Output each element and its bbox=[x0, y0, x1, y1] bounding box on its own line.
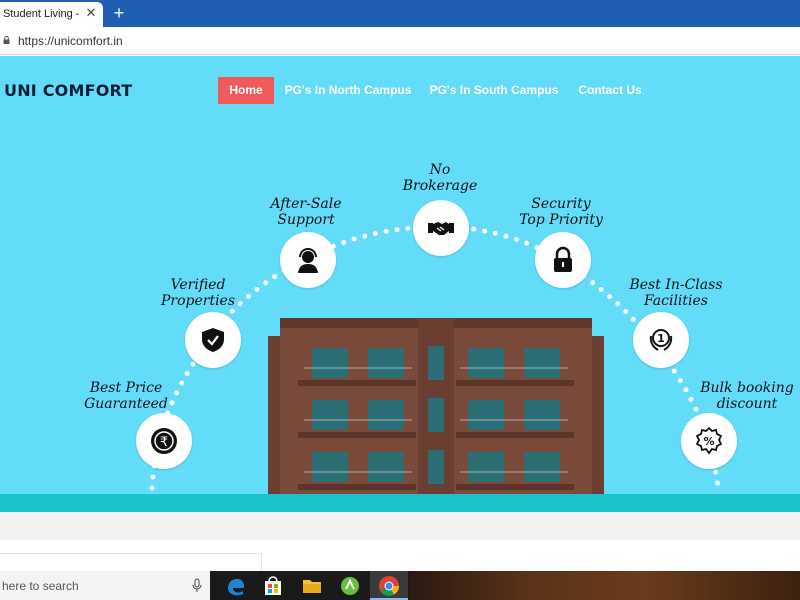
feature-security bbox=[535, 232, 591, 288]
building-illustration bbox=[268, 318, 604, 512]
browser-tab[interactable]: Student Living – S ✕ bbox=[0, 2, 103, 27]
file-explorer-icon[interactable] bbox=[300, 574, 324, 598]
feature-no-brokerage bbox=[413, 200, 469, 256]
taskbar-background-strip bbox=[410, 571, 800, 600]
tab-title: Student Living – S bbox=[3, 8, 79, 20]
svg-text:₹: ₹ bbox=[160, 435, 168, 450]
chrome-icon[interactable] bbox=[377, 574, 401, 598]
ground-strip bbox=[0, 494, 800, 512]
headset-agent-icon bbox=[298, 248, 318, 273]
feature-label-brokerage: No Brokerage bbox=[402, 162, 478, 194]
microphone-icon[interactable] bbox=[192, 578, 202, 593]
app-icon[interactable] bbox=[338, 574, 362, 598]
store-icon[interactable] bbox=[261, 574, 285, 598]
hero-section: UNI COMFORT Home PG's In North Campus PG… bbox=[0, 56, 800, 512]
svg-text:1: 1 bbox=[657, 332, 665, 345]
svg-text:%: % bbox=[703, 435, 714, 448]
rupee-coin-icon: ₹ bbox=[151, 428, 177, 454]
feature-best-price: ₹ bbox=[136, 413, 192, 469]
feature-label-after-sale: After-Sale Support bbox=[270, 196, 342, 228]
shield-check-icon bbox=[202, 328, 224, 352]
browser-tab-bar: Student Living – S ✕ + bbox=[0, 0, 800, 27]
address-bar[interactable]: https://unicomfort.in bbox=[0, 27, 800, 55]
feature-label-verified: Verified Properties bbox=[160, 277, 236, 309]
feature-label-best-price: Best Price Guaranteed bbox=[84, 380, 168, 412]
page-section-below bbox=[0, 512, 800, 540]
feature-label-facilities: Best In-Class Facilities bbox=[629, 277, 723, 309]
feature-label-security: Security Top Priority bbox=[519, 196, 603, 228]
close-tab-icon[interactable]: ✕ bbox=[84, 6, 98, 20]
new-tab-button[interactable]: + bbox=[110, 3, 128, 23]
feature-label-bulk: Bulk booking discount bbox=[700, 380, 794, 412]
award-badge-icon: 1 bbox=[649, 329, 673, 351]
feature-facilities: 1 bbox=[633, 312, 689, 368]
taskbar: here to search bbox=[0, 571, 800, 600]
content-box bbox=[0, 553, 262, 573]
lock-icon bbox=[3, 36, 10, 44]
url-text[interactable]: https://unicomfort.in bbox=[18, 34, 123, 48]
discount-badge-icon: % bbox=[695, 427, 723, 455]
padlock-icon bbox=[554, 246, 572, 272]
feature-after-sale bbox=[280, 232, 336, 288]
feature-verified bbox=[185, 312, 241, 368]
handshake-icon bbox=[428, 222, 454, 235]
taskbar-search-box[interactable]: here to search bbox=[0, 571, 210, 600]
taskbar-search-placeholder: here to search bbox=[2, 579, 79, 593]
feature-bulk-booking: % bbox=[681, 413, 737, 469]
edge-icon[interactable] bbox=[224, 574, 248, 598]
